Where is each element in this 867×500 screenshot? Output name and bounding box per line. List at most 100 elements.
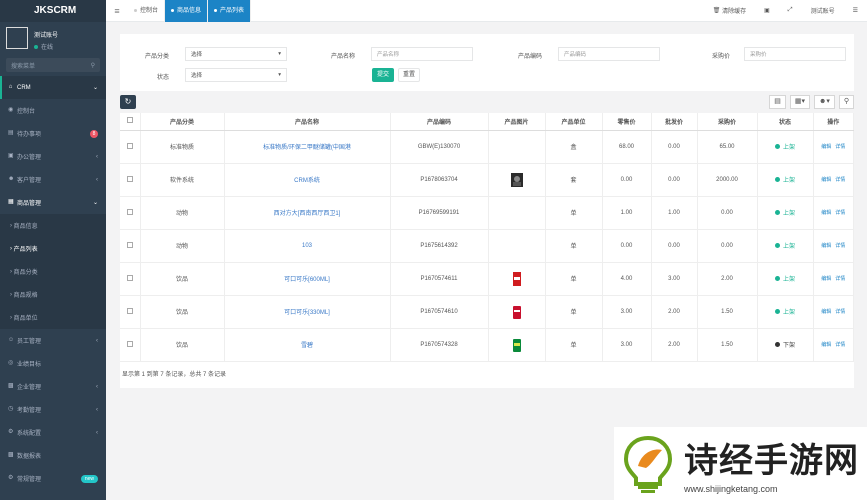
submit-button[interactable]: 提交 [372,68,394,82]
status-badge[interactable]: 上架 [774,274,795,283]
cell-product-name[interactable]: 雪碧 [224,328,391,362]
cell-product-name[interactable]: 标准物质/环保二甲醚储罐(中国港 [224,130,391,164]
edit-link[interactable]: 编辑 [821,342,831,348]
table-row[interactable]: 饮品 可口可乐[330ML] P1670574610 单 3.00 2.00 1.50 上架 编… [120,295,854,329]
columns-button[interactable]: ▦▾ [789,95,810,109]
cell-product-name[interactable]: 103 [224,229,391,263]
more-menu-button[interactable]: ☰ [844,7,867,14]
cell-product-name[interactable]: CRM系统 [224,163,391,197]
edit-link[interactable]: 编辑 [821,210,831,216]
detail-link[interactable]: 详情 [835,177,845,183]
price-input[interactable]: 采购价 [744,47,846,61]
sidebar-item-customer[interactable]: ☻ 客户管理 ‹ [0,168,106,191]
menu-toggle-icon[interactable]: ≡ [106,6,128,16]
name-input[interactable]: 产品名称 [371,47,473,61]
status-badge[interactable]: 上架 [774,208,795,217]
detail-link[interactable]: 详情 [835,309,845,315]
detail-link[interactable]: 详情 [835,144,845,150]
sidebar-item-staff[interactable]: ☺ 员工管理 ‹ [0,329,106,352]
lock-screen-button[interactable]: ▣ [755,7,779,14]
sidebar-subitem-goods-info[interactable]: › 商品信息 [0,214,106,237]
column-header[interactable]: 产品分类 [140,113,225,131]
column-header[interactable]: 零售价 [602,113,652,131]
sidebar-subitem-goods-category[interactable]: › 商品分类 [0,260,106,283]
sidebar-item-goods[interactable]: ▦ 商品管理 ⌄ [0,191,106,214]
row-checkbox[interactable] [126,208,133,215]
code-input[interactable]: 产品编码 [558,47,660,61]
table-row[interactable]: 动物 103 P1675614392 单 0.00 0.00 0.00 上架 编辑 详情 [120,229,854,263]
export-button[interactable]: ☻▾ [813,95,835,109]
status-badge[interactable]: 上架 [774,142,795,151]
detail-link[interactable]: 详情 [835,210,845,216]
table-row[interactable]: 标准物质 标准物质/环保二甲醚储罐(中国港 GBW(E)130070 盒 68.00 0.… [120,130,854,164]
product-thumbnail[interactable] [511,271,523,286]
status-badge[interactable]: 上架 [774,307,795,316]
select-all-checkbox[interactable] [126,117,133,124]
sidebar-item-target[interactable]: ◎ 业绩目标 [0,352,106,375]
row-checkbox[interactable] [126,307,133,314]
row-checkbox[interactable] [126,142,133,149]
sidebar-item-system[interactable]: ⚙ 系统配置 ‹ [0,421,106,444]
status-badge[interactable]: 上架 [774,175,795,184]
edit-link[interactable]: 编辑 [821,276,831,282]
detail-link[interactable]: 详情 [835,342,845,348]
status-badge[interactable]: 下架 [774,340,795,349]
column-header[interactable]: 产品名称 [224,113,391,131]
sidebar-item-general[interactable]: ⚙ 常规管理 new [0,467,106,490]
cell-product-image[interactable] [488,163,546,197]
account-menu[interactable]: 测试账号 [802,6,844,15]
sidebar-item-todo[interactable]: ▤ 待办事项 8 [0,122,106,145]
column-header[interactable]: 批发价 [651,113,698,131]
row-checkbox[interactable] [126,340,133,347]
row-checkbox[interactable] [126,274,133,281]
cell-product-image[interactable] [488,295,546,329]
toggle-view-button[interactable]: ▤ [769,95,786,109]
column-header[interactable]: 产品编码 [390,113,489,131]
sidebar-item-crm[interactable]: ⌂ CRM ⌄ [0,76,106,99]
reset-button[interactable]: 重置 [398,68,420,82]
column-header[interactable]: 产品单位 [545,113,603,131]
sidebar-item-office[interactable]: ▣ 办公管理 ‹ [0,145,106,168]
column-header[interactable]: 状态 [757,113,814,131]
product-thumbnail[interactable] [511,305,523,319]
detail-link[interactable]: 详情 [835,243,845,249]
sidebar-subitem-goods-spec[interactable]: › 商品规格 [0,283,106,306]
cell-product-name[interactable]: 可口可乐[330ML] [224,295,391,329]
refresh-button[interactable]: ↻ [120,95,136,109]
user-name[interactable]: 测试账号 [34,30,58,39]
tab-dashboard[interactable]: 控制台 [128,0,166,22]
tab-product-list[interactable]: 产品列表 [208,0,252,22]
detail-link[interactable]: 详情 [835,276,845,282]
table-row[interactable]: 动物 西对方大[西南西厅西卫1] P16769599191 单 1.00 1.00 0.00… [120,196,854,230]
search-icon[interactable]: ⚲ [91,62,95,69]
edit-link[interactable]: 编辑 [821,144,831,150]
tab-goods-info[interactable]: 商品信息 [165,0,209,22]
cell-product-image[interactable] [488,328,546,362]
table-row[interactable]: 饮品 可口可乐[600ML] P1670574611 单 4.00 3.00 2.00 上架 编… [120,262,854,296]
table-row[interactable]: 软件系统 CRM系统 P1678063704 套 0.00 0.00 2000.00 上架 编辑… [120,163,854,197]
search-toggle-button[interactable]: ⚲ [838,95,854,109]
status-badge[interactable]: 上架 [774,241,795,250]
status-select[interactable]: 选择 ▾ [185,68,287,82]
row-checkbox[interactable] [126,241,133,248]
sidebar-item-company[interactable]: ▩ 企业管理 ‹ [0,375,106,398]
menu-search-input[interactable]: 搜索菜单 ⚲ [6,58,100,72]
product-thumbnail[interactable] [511,338,523,352]
sidebar-item-dashboard[interactable]: ◉ 控制台 [0,99,106,122]
clear-cache-button[interactable]: 🗑 清除缓存 [704,6,755,15]
edit-link[interactable]: 编辑 [821,243,831,249]
column-header[interactable]: 采购价 [697,113,758,131]
category-select[interactable]: 选择 ▾ [185,47,287,61]
row-checkbox[interactable] [126,175,133,182]
cell-product-name[interactable]: 可口可乐[600ML] [224,262,391,296]
fullscreen-button[interactable]: ⤢ [779,7,802,14]
column-header[interactable]: 产品图片 [488,113,546,131]
edit-link[interactable]: 编辑 [821,177,831,183]
product-thumbnail[interactable] [510,172,523,187]
cell-product-name[interactable]: 西对方大[西南西厅西卫1] [224,196,391,230]
avatar[interactable] [6,27,28,49]
sidebar-item-report[interactable]: ▩ 数据报表 [0,444,106,467]
sidebar-item-attendance[interactable]: ◷ 考勤管理 ‹ [0,398,106,421]
edit-link[interactable]: 编辑 [821,309,831,315]
sidebar-subitem-product-list[interactable]: › 产品列表 [0,237,106,260]
